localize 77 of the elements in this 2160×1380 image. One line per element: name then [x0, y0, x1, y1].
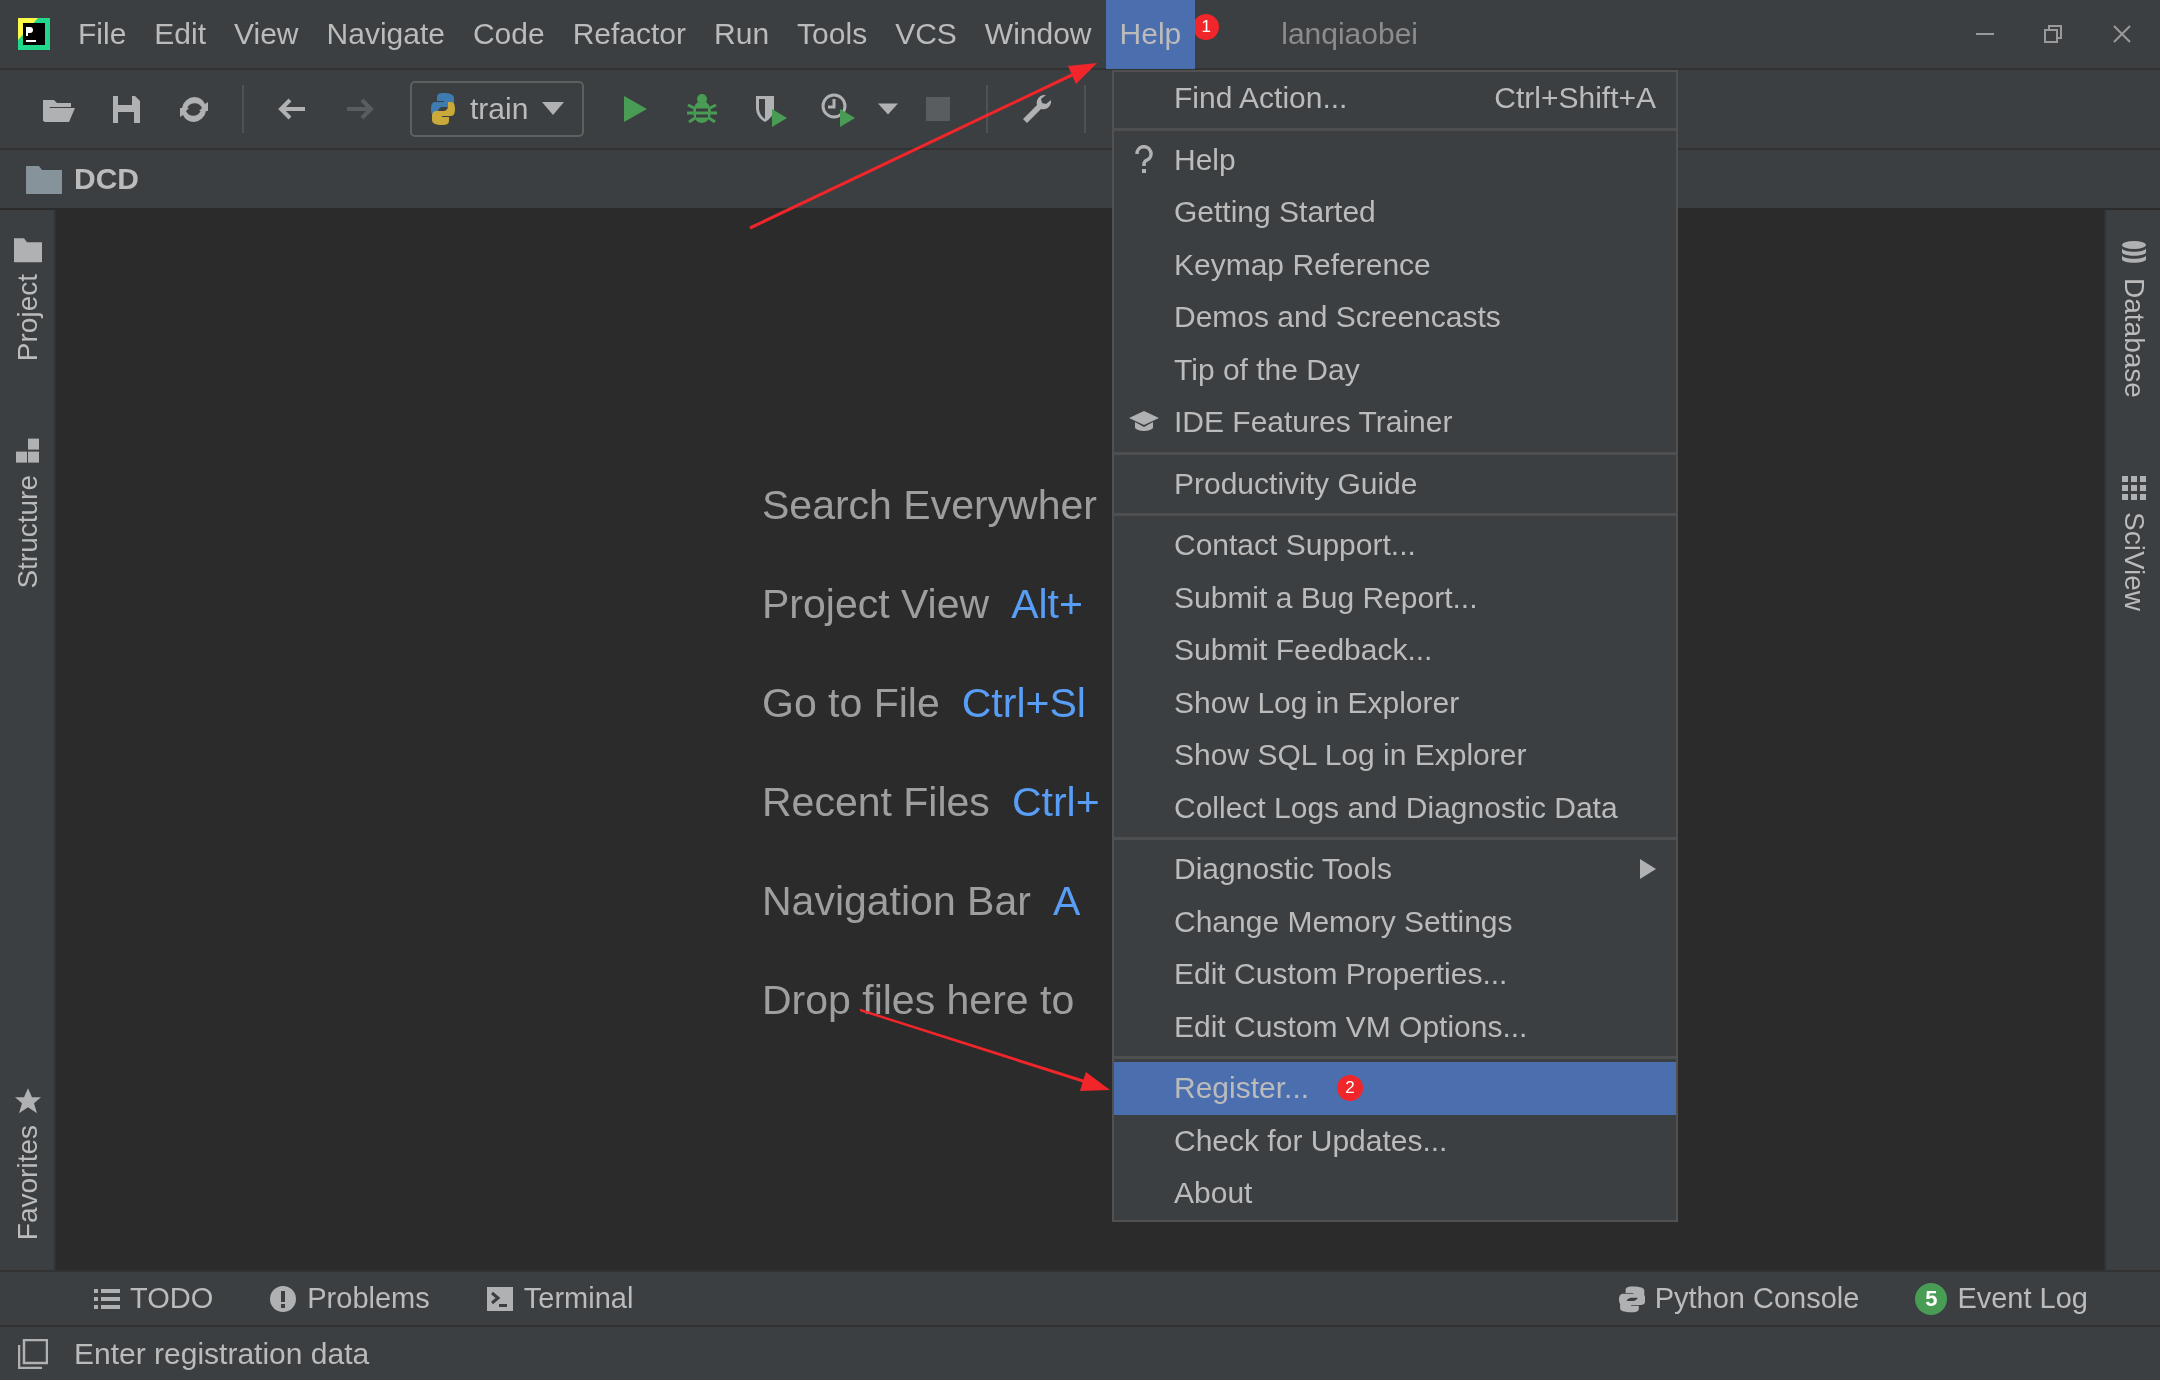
run-configuration-dropdown[interactable]: train — [410, 81, 585, 137]
breadcrumb[interactable]: DCD — [74, 162, 139, 196]
menu-item[interactable]: Collect Logs and Diagnostic Data — [1114, 781, 1676, 834]
structure-icon — [14, 437, 42, 466]
menu-item[interactable]: Demos and Screencasts — [1114, 291, 1676, 344]
shortcut-text: Ctrl+ — [1011, 779, 1100, 826]
caret-icon — [542, 102, 565, 116]
menu-bar-item[interactable]: Code — [458, 0, 559, 69]
panel-toggle-icon — [18, 1338, 48, 1369]
terminal-icon — [485, 1285, 514, 1312]
hint-text: Project View — [762, 581, 990, 628]
grid-icon — [2120, 473, 2148, 502]
annotation-badge: 1 — [1193, 14, 1220, 40]
menu-bar-item[interactable]: Navigate — [312, 0, 459, 69]
hint-text: Recent Files — [762, 779, 990, 826]
exclamation-icon — [269, 1284, 298, 1313]
tool-window-tab[interactable]: Problems — [255, 1282, 444, 1315]
menu-item[interactable]: Getting Started — [1114, 186, 1676, 239]
menu-bar-item[interactable]: Run — [700, 0, 784, 69]
tool-window-tab[interactable]: Terminal — [471, 1282, 648, 1315]
menu-item[interactable]: Check for Updates... — [1114, 1114, 1676, 1167]
submenu-arrow-icon — [1640, 859, 1656, 880]
python-icon — [1618, 1284, 1645, 1313]
annotation-badge: 2 — [1337, 1075, 1364, 1102]
hint-text: Navigation Bar — [762, 878, 1031, 925]
menu-item[interactable]: Submit Feedback... — [1114, 624, 1676, 677]
menu-bar-item[interactable]: Window — [970, 0, 1106, 69]
menu-bar-item[interactable]: View — [220, 0, 313, 69]
close-icon — [2112, 24, 2132, 44]
tool-window-tab[interactable]: Database — [2106, 232, 2160, 406]
menu-item[interactable]: Keymap Reference — [1114, 238, 1676, 291]
menu-item[interactable]: About — [1114, 1167, 1676, 1220]
menu-item[interactable]: Show Log in Explorer — [1114, 676, 1676, 729]
menu-bar-item[interactable]: VCS — [881, 0, 971, 69]
shortcut-text: Ctrl+Shift+A — [1494, 81, 1656, 116]
window-title: lanqiaobei — [1281, 17, 1419, 51]
menu-bar-item[interactable]: Edit — [140, 0, 221, 69]
tool-window-tab[interactable]: TODO — [80, 1282, 228, 1315]
tool-window-tab[interactable]: Favorites — [0, 1078, 56, 1248]
menu-item[interactable]: Diagnostic Tools — [1114, 843, 1676, 896]
menu-item[interactable]: Submit a Bug Report... — [1114, 571, 1676, 624]
folder-icon — [26, 164, 62, 194]
star-icon — [14, 1086, 42, 1115]
menu-bar-item[interactable]: Tools — [783, 0, 882, 69]
menu-item[interactable]: Change Memory Settings — [1114, 895, 1676, 948]
restore-icon — [2044, 25, 2062, 43]
menu-item[interactable]: Productivity Guide — [1114, 457, 1676, 510]
menu-item[interactable]: Contact Support... — [1114, 519, 1676, 572]
minimize-icon — [1976, 32, 1994, 36]
menu-item[interactable]: Tip of the Day — [1114, 343, 1676, 396]
list-icon — [94, 1287, 120, 1310]
menu-bar-item[interactable]: File — [64, 0, 141, 69]
menu-item[interactable]: Edit Custom Properties... — [1114, 948, 1676, 1001]
tool-window-tab[interactable]: 5 Event Log — [1901, 1282, 2102, 1315]
menu-item[interactable]: IDE Features Trainer — [1114, 396, 1676, 449]
count-badge: 5 — [1915, 1282, 1948, 1315]
tool-window-tab[interactable]: SciView — [2106, 465, 2160, 619]
python-icon — [430, 91, 456, 127]
menu-item[interactable]: Help — [1114, 133, 1676, 186]
hint-text: Go to File — [762, 680, 940, 727]
tool-window-tab[interactable]: Python Console — [1604, 1282, 1874, 1315]
hint-text: Search Everywher — [762, 482, 1097, 529]
menu-bar-item[interactable]: Refactor — [558, 0, 701, 69]
menu-item[interactable]: Register... 2 — [1114, 1062, 1676, 1115]
question-icon — [1134, 144, 1154, 175]
menu-item[interactable]: Find Action... Ctrl+Shift+A — [1114, 72, 1676, 125]
status-message: Enter registration data — [74, 1336, 370, 1371]
menu-item[interactable]: Show SQL Log in Explorer — [1114, 729, 1676, 782]
shortcut-text: Ctrl+Sl — [961, 680, 1086, 727]
shortcut-text: A — [1052, 878, 1081, 925]
shortcut-text: Alt+ — [1011, 581, 1083, 628]
menu-item[interactable]: Edit Custom VM Options... — [1114, 1000, 1676, 1053]
hint-text: Drop files here to — [762, 977, 1075, 1024]
folder-icon — [14, 236, 42, 264]
tool-window-tab[interactable]: Structure — [0, 429, 56, 597]
tool-window-tab[interactable]: Project — [0, 228, 56, 370]
app-logo-icon — [18, 18, 50, 50]
